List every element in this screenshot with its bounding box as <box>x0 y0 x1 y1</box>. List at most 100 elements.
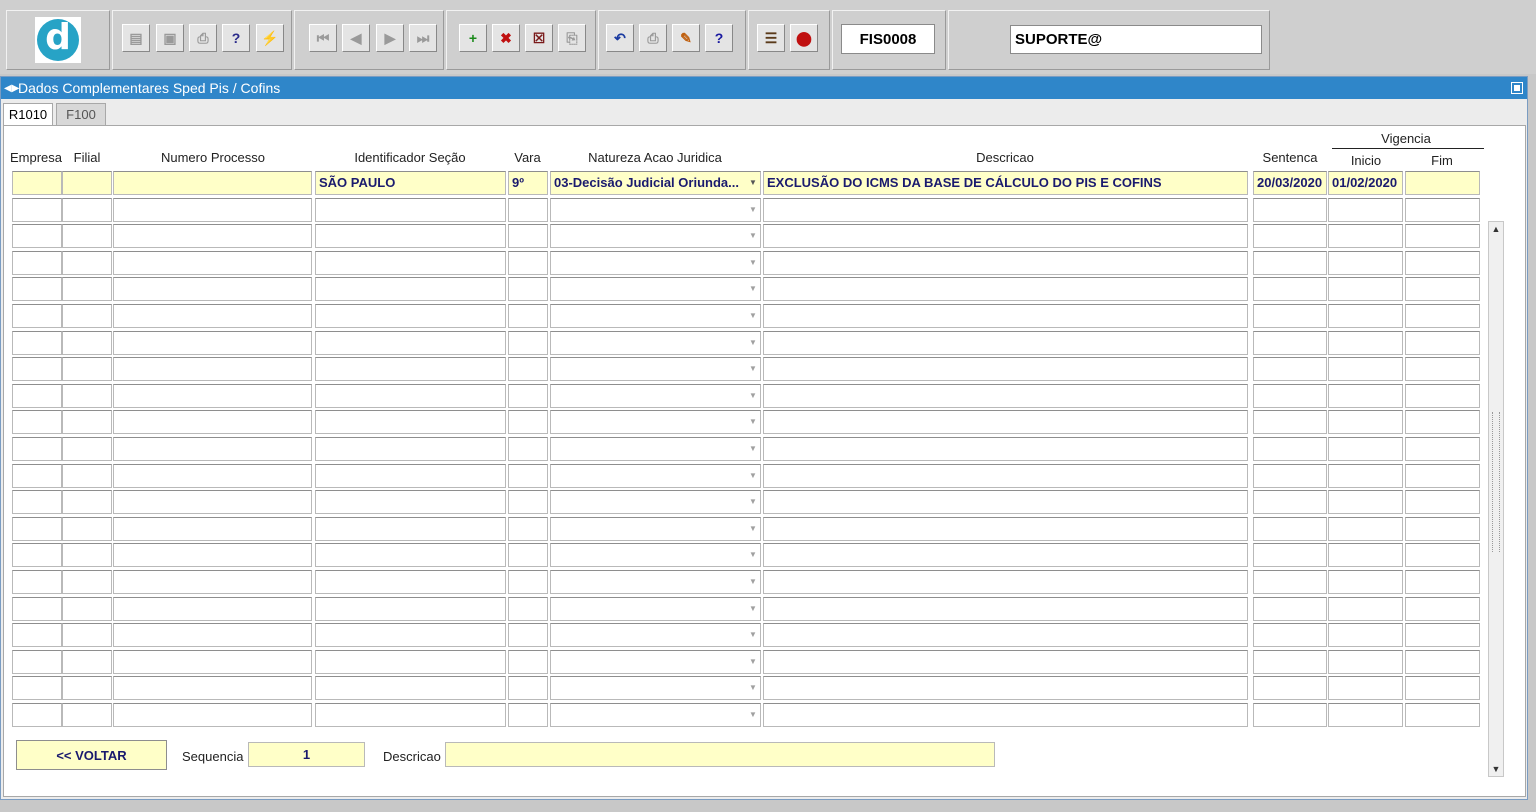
cell-fim[interactable] <box>1405 703 1480 727</box>
cell-filial[interactable] <box>62 224 112 248</box>
scroll-up-icon[interactable]: ▲ <box>1489 222 1503 236</box>
cell-inicio[interactable] <box>1328 570 1403 594</box>
cell-descricao[interactable] <box>763 224 1248 248</box>
cell-vara[interactable] <box>508 384 548 408</box>
cell-numero-processo[interactable] <box>113 623 312 647</box>
clipboard-button[interactable]: ⎙ <box>639 24 667 52</box>
cell-sentenca[interactable] <box>1253 277 1327 301</box>
save-button[interactable]: ▤ <box>122 24 150 52</box>
cell-descricao[interactable] <box>763 703 1248 727</box>
cell-fim[interactable] <box>1405 171 1480 195</box>
cell-inicio[interactable] <box>1328 543 1403 567</box>
cell-inicio[interactable] <box>1328 304 1403 328</box>
cell-descricao[interactable] <box>763 304 1248 328</box>
cell-vara[interactable] <box>508 543 548 567</box>
cell-natureza[interactable]: ▼ <box>550 357 761 381</box>
cell-filial[interactable] <box>62 277 112 301</box>
cell-empresa[interactable] <box>12 198 62 222</box>
cell-sentenca[interactable] <box>1253 304 1327 328</box>
cell-fim[interactable] <box>1405 224 1480 248</box>
cell-sentenca[interactable] <box>1253 224 1327 248</box>
cell-natureza[interactable]: ▼ <box>550 277 761 301</box>
cell-numero-processo[interactable] <box>113 171 312 195</box>
cell-inicio[interactable] <box>1328 703 1403 727</box>
cell-sentenca[interactable] <box>1253 464 1327 488</box>
cell-vara[interactable] <box>508 623 548 647</box>
next-record-button[interactable]: ▶ <box>376 24 404 52</box>
cell-filial[interactable] <box>62 384 112 408</box>
cell-filial[interactable] <box>62 331 112 355</box>
cell-identificador-secao[interactable] <box>315 224 506 248</box>
cell-numero-processo[interactable] <box>113 490 312 514</box>
cell-fim[interactable] <box>1405 623 1480 647</box>
cell-descricao[interactable] <box>763 410 1248 434</box>
cell-identificador-secao[interactable]: SÃO PAULO <box>315 171 506 195</box>
cell-descricao[interactable] <box>763 570 1248 594</box>
cell-identificador-secao[interactable] <box>315 277 506 301</box>
sequencia-field[interactable]: 1 <box>248 742 365 767</box>
cell-identificador-secao[interactable] <box>315 304 506 328</box>
cell-inicio[interactable] <box>1328 357 1403 381</box>
cell-fim[interactable] <box>1405 437 1480 461</box>
cell-empresa[interactable] <box>12 331 62 355</box>
cell-identificador-secao[interactable] <box>315 331 506 355</box>
voltar-button[interactable]: << VOLTAR <box>16 740 167 770</box>
cell-natureza[interactable]: ▼ <box>550 676 761 700</box>
cell-identificador-secao[interactable] <box>315 384 506 408</box>
cell-vara[interactable] <box>508 224 548 248</box>
cell-numero-processo[interactable] <box>113 676 312 700</box>
delete-record-button[interactable]: ✖ <box>492 24 520 52</box>
dropdown-arrow-icon[interactable]: ▼ <box>746 199 760 221</box>
cell-empresa[interactable] <box>12 464 62 488</box>
cell-fim[interactable] <box>1405 304 1480 328</box>
cell-empresa[interactable] <box>12 517 62 541</box>
cell-filial[interactable] <box>62 410 112 434</box>
cell-numero-processo[interactable] <box>113 703 312 727</box>
cell-sentenca[interactable] <box>1253 623 1327 647</box>
cell-natureza[interactable]: ▼ <box>550 464 761 488</box>
cell-numero-processo[interactable] <box>113 304 312 328</box>
cell-vara[interactable]: 9º <box>508 171 548 195</box>
cell-vara[interactable] <box>508 437 548 461</box>
dropdown-arrow-icon[interactable]: ▼ <box>746 438 760 460</box>
cell-sentenca[interactable]: 20/03/2020 <box>1253 171 1327 195</box>
cell-numero-processo[interactable] <box>113 410 312 434</box>
tab-r1010[interactable]: R1010 <box>3 103 53 125</box>
cell-empresa[interactable] <box>12 623 62 647</box>
cell-filial[interactable] <box>62 676 112 700</box>
cell-numero-processo[interactable] <box>113 224 312 248</box>
cell-numero-processo[interactable] <box>113 464 312 488</box>
window-button[interactable]: ▣ <box>156 24 184 52</box>
cell-inicio[interactable] <box>1328 623 1403 647</box>
previous-record-button[interactable]: ◀ <box>342 24 370 52</box>
cell-vara[interactable] <box>508 570 548 594</box>
cell-sentenca[interactable] <box>1253 570 1327 594</box>
cell-filial[interactable] <box>62 304 112 328</box>
query-button[interactable]: ? <box>222 24 250 52</box>
cell-inicio[interactable] <box>1328 384 1403 408</box>
cell-sentenca[interactable] <box>1253 703 1327 727</box>
cell-numero-processo[interactable] <box>113 517 312 541</box>
edit-button[interactable]: ✎ <box>672 24 700 52</box>
dropdown-arrow-icon[interactable]: ▼ <box>746 465 760 487</box>
cell-empresa[interactable] <box>12 410 62 434</box>
cell-inicio[interactable] <box>1328 490 1403 514</box>
cell-filial[interactable] <box>62 597 112 621</box>
cell-sentenca[interactable] <box>1253 251 1327 275</box>
cell-natureza[interactable]: ▼ <box>550 331 761 355</box>
cell-filial[interactable] <box>62 703 112 727</box>
cell-sentenca[interactable] <box>1253 410 1327 434</box>
dropdown-arrow-icon[interactable]: ▼ <box>746 704 760 726</box>
grid-scrollbar[interactable]: ▲ ▼ <box>1488 221 1504 777</box>
cell-sentenca[interactable] <box>1253 437 1327 461</box>
cell-identificador-secao[interactable] <box>315 410 506 434</box>
cell-fim[interactable] <box>1405 543 1480 567</box>
dropdown-arrow-icon[interactable]: ▼ <box>746 252 760 274</box>
cell-fim[interactable] <box>1405 650 1480 674</box>
dropdown-arrow-icon[interactable]: ▼ <box>746 305 760 327</box>
maximize-icon[interactable] <box>1511 82 1523 94</box>
cell-vara[interactable] <box>508 331 548 355</box>
cell-natureza[interactable]: ▼ <box>550 224 761 248</box>
cell-natureza[interactable]: ▼ <box>550 570 761 594</box>
cell-filial[interactable] <box>62 490 112 514</box>
